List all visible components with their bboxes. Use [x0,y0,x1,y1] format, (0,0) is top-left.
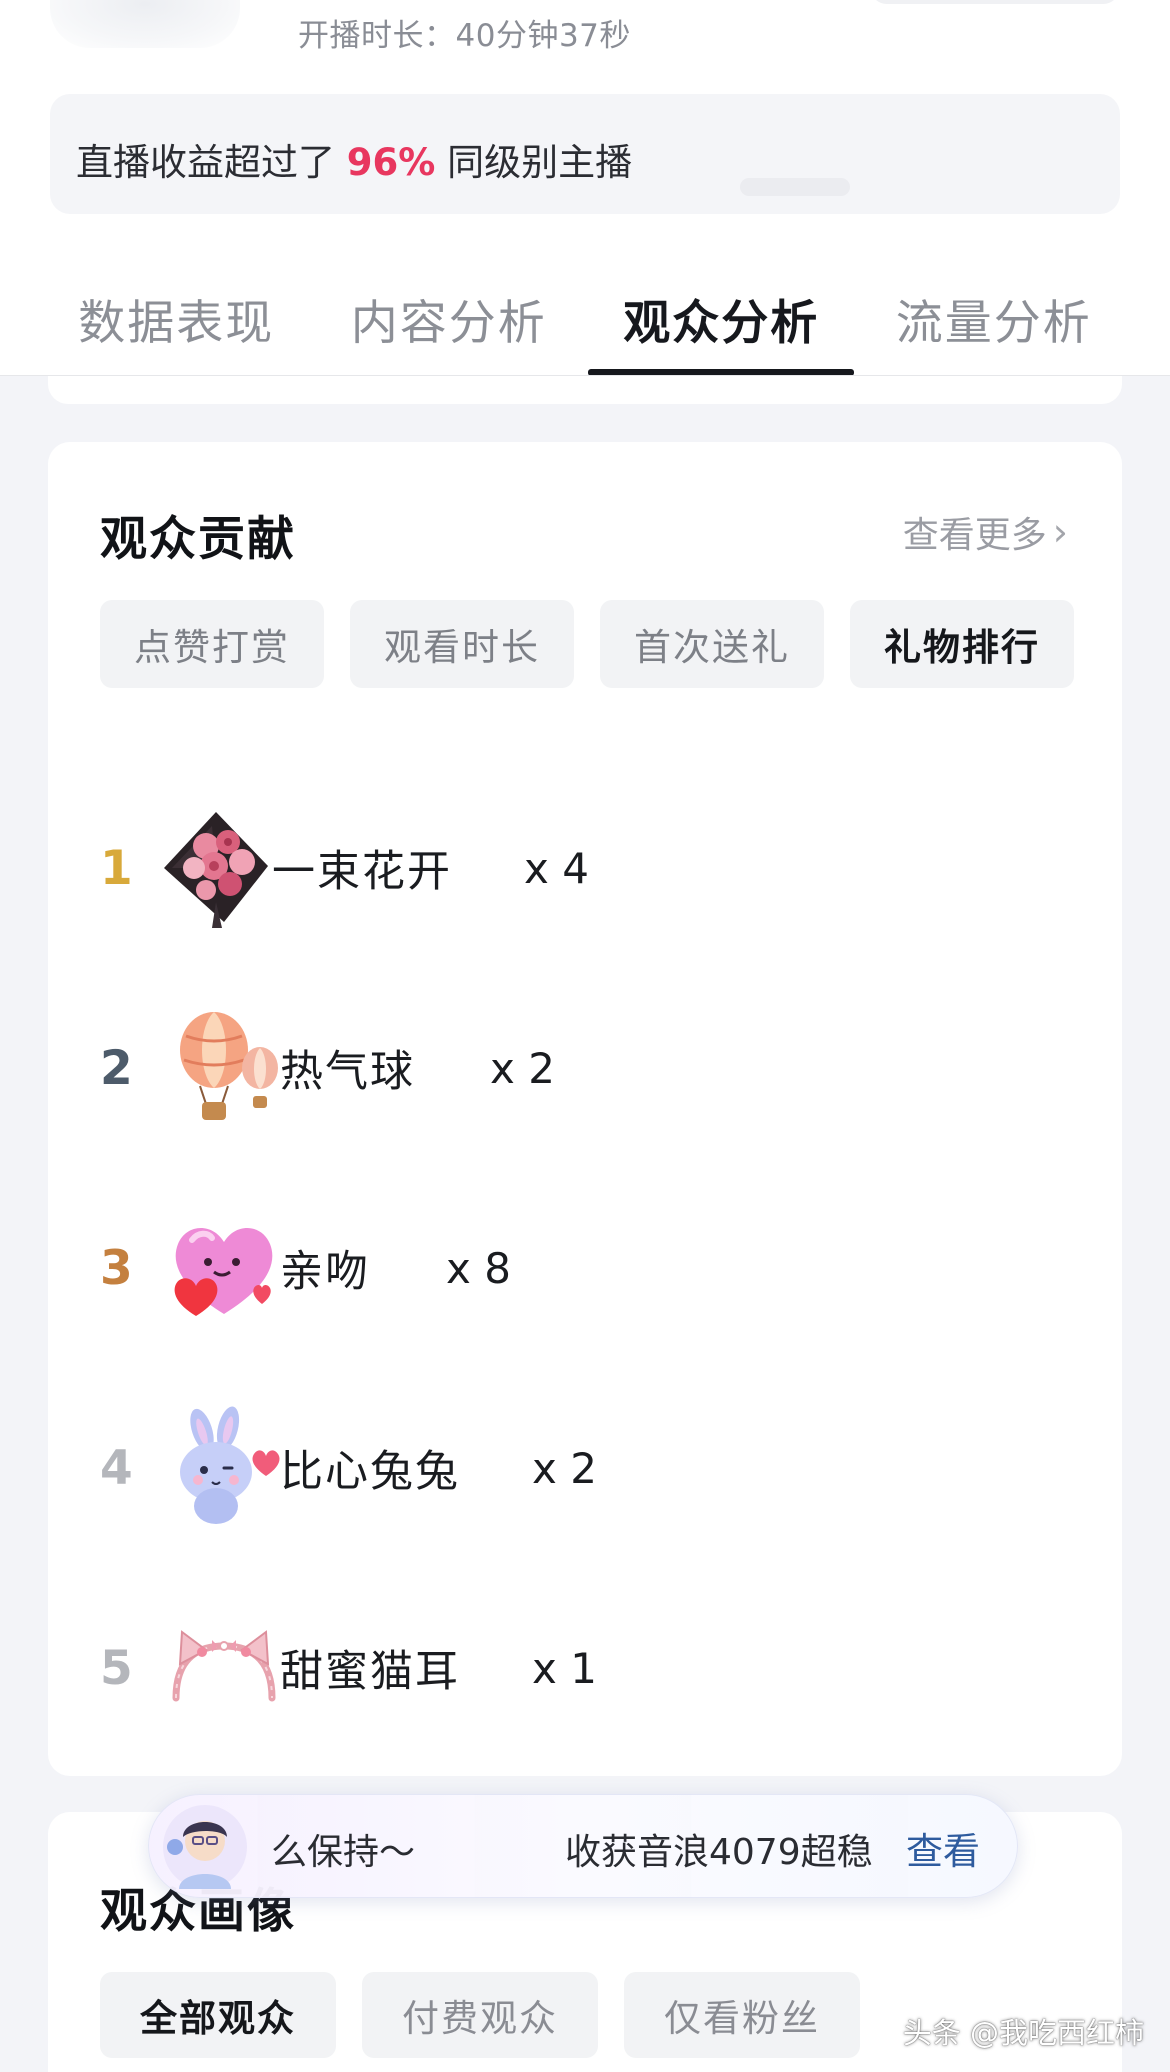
list-item: 3 亲吻 x 8 [48,1198,1122,1338]
card-title: 观众贡献 [100,512,296,567]
gift-count: x 2 [532,1443,597,1493]
previous-card-edge [48,376,1122,404]
kiss-heart-icon [174,1227,273,1316]
view-more-label: 查看更多 [902,515,1047,556]
gift-count: x 8 [446,1243,511,1293]
tab-data-performance[interactable]: 数据表现 [43,270,309,376]
bouquet-icon [164,812,268,928]
streamer-avatar[interactable] [50,0,240,48]
toast-message: 收获音浪4079超稳 [565,1832,873,1873]
rank-number: 1 [100,840,133,896]
list-item: 1 一束花开 x 4 [48,798,1122,938]
chip-all-viewers[interactable]: 全部观众 [100,1972,336,2058]
hot-air-balloon-icon [180,1012,278,1120]
list-item: 5 甜蜜猫耳 x 1 [48,1598,1122,1738]
gift-name: 热气球 [280,1047,415,1097]
earnings-suffix: 同级别主播 [447,141,633,184]
page: 开播时长：40分钟37秒 直播收益超过了 96% 同级别主播 数据表现 内容分析… [0,0,1170,2072]
tab-audience-analysis[interactable]: 观众分析 [588,270,855,376]
gift-name: 亲吻 [280,1247,370,1297]
gift-name: 甜蜜猫耳 [280,1647,460,1697]
tab-content-analysis[interactable]: 内容分析 [316,270,582,376]
rank-number: 5 [100,1640,133,1696]
chip-fans-only[interactable]: 仅看粉丝 [624,1972,860,2058]
chip-first-gift[interactable]: 首次送礼 [600,600,824,688]
audience-contribution-card: 观众贡献 查看更多 › 点赞打赏 观看时长 首次送礼 礼物排行 1 一束花开 x… [48,442,1122,1776]
live-duration: 开播时长：40分钟37秒 [298,18,631,54]
rank-number: 2 [100,1040,133,1096]
gift-name: 比心兔兔 [280,1447,460,1497]
chevron-right-icon: › [1052,510,1068,554]
chip-gift-ranking[interactable]: 礼物排行 [850,600,1074,688]
earnings-text: 直播收益超过了 96% 同级别主播 [76,132,632,186]
gift-count: x 2 [490,1043,555,1093]
toast-left-text: 么保持～ [271,1832,416,1873]
banner-indicator [740,178,850,196]
contribution-filter-chips: 点赞打赏 观看时长 首次送礼 礼物排行 [100,600,1074,688]
assistant-avatar [163,1805,247,1889]
notification-toast[interactable]: 么保持～ 收获音浪4079超稳 查看 [148,1794,1018,1898]
top-action-pill[interactable] [870,0,1120,4]
earnings-prefix: 直播收益超过了 [76,141,335,184]
gift-name: 一束花开 [272,847,452,897]
earnings-banner: 直播收益超过了 96% 同级别主播 [50,94,1120,214]
rank-number: 4 [100,1440,133,1496]
view-more-link[interactable]: 查看更多 › [903,506,1068,558]
gift-count: x 4 [524,843,589,893]
tab-traffic-analysis[interactable]: 流量分析 [861,270,1127,376]
header-area: 开播时长：40分钟37秒 直播收益超过了 96% 同级别主播 数据表现 内容分析… [0,0,1170,376]
analysis-tabs: 数据表现 内容分析 观众分析 流量分析 [0,270,1170,376]
chip-paying-viewers[interactable]: 付费观众 [362,1972,598,2058]
chip-watch-time[interactable]: 观看时长 [350,600,574,688]
heart-bunny-icon [180,1406,280,1524]
cat-ears-headband-icon [172,1630,276,1702]
earnings-percent: 96% [346,141,436,184]
toast-view-button[interactable]: 查看 [906,1821,980,1875]
chip-likes-tips[interactable]: 点赞打赏 [100,600,324,688]
portrait-filter-chips: 全部观众 付费观众 仅看粉丝 [100,1972,860,2058]
rank-number: 3 [100,1240,133,1296]
list-item: 2 热气球 x 2 [48,998,1122,1138]
gift-count: x 1 [532,1643,597,1693]
watermark: 头条 @我吃西红柿 [902,2016,1144,2050]
list-item: 4 比心兔兔 x 2 [48,1398,1122,1538]
